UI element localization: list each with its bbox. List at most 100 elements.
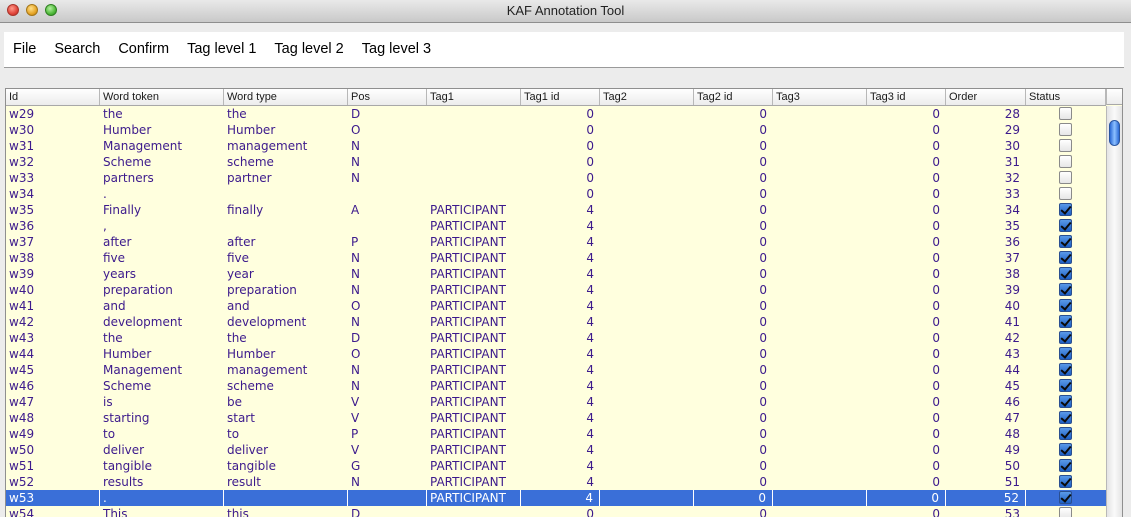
cell-word-token[interactable]: and [100, 298, 224, 314]
cell-tag1[interactable]: PARTICIPANT [427, 218, 521, 234]
cell-id[interactable]: w52 [6, 474, 100, 490]
cell-tag1-id[interactable]: 4 [521, 282, 600, 298]
cell-tag2[interactable] [600, 282, 694, 298]
cell-pos[interactable]: D [348, 506, 427, 517]
status-checkbox[interactable] [1059, 363, 1072, 376]
cell-tag1[interactable]: PARTICIPANT [427, 378, 521, 394]
cell-tag2[interactable] [600, 138, 694, 154]
cell-tag3-id[interactable]: 0 [867, 250, 946, 266]
cell-tag2-id[interactable]: 0 [694, 250, 773, 266]
cell-pos[interactable]: N [348, 314, 427, 330]
table-row[interactable]: w35 Finally finally A PARTICIPANT 4 0 0 34 [6, 202, 1106, 218]
cell-order[interactable]: 40 [946, 298, 1026, 314]
status-checkbox[interactable] [1059, 267, 1072, 280]
cell-tag3[interactable] [773, 298, 867, 314]
menu-tag-level-1[interactable]: Tag level 1 [178, 32, 265, 67]
table-row[interactable]: w29 the the D 0 0 0 28 [6, 106, 1106, 122]
table-row[interactable]: w53. PARTICIPANT 4 0 0 52 [6, 490, 1106, 506]
cell-id[interactable]: w37 [6, 234, 100, 250]
col-tag1-id-header[interactable]: Tag1 id [521, 89, 600, 105]
cell-tag1-id[interactable]: 4 [521, 266, 600, 282]
table-row[interactable]: w32 Scheme scheme N 0 0 0 31 [6, 154, 1106, 170]
cell-word-token[interactable]: results [100, 474, 224, 490]
table-row[interactable]: w49 to to P PARTICIPANT 4 0 0 48 [6, 426, 1106, 442]
cell-tag3-id[interactable]: 0 [867, 314, 946, 330]
cell-tag1[interactable] [427, 106, 521, 122]
cell-pos[interactable]: O [348, 122, 427, 138]
cell-pos[interactable]: A [348, 202, 427, 218]
cell-word-type[interactable]: partner [224, 170, 348, 186]
cell-tag3[interactable] [773, 490, 867, 506]
cell-tag1[interactable]: PARTICIPANT [427, 458, 521, 474]
table-row[interactable]: w47 is be V PARTICIPANT 4 0 0 46 [6, 394, 1106, 410]
cell-order[interactable]: 50 [946, 458, 1026, 474]
table-row[interactable]: w54 This this D 0 0 0 53 [6, 506, 1106, 517]
cell-tag2-id[interactable]: 0 [694, 458, 773, 474]
cell-word-type[interactable]: management [224, 362, 348, 378]
cell-order[interactable]: 51 [946, 474, 1026, 490]
cell-word-type[interactable]: preparation [224, 282, 348, 298]
cell-tag3[interactable] [773, 442, 867, 458]
cell-tag2-id[interactable]: 0 [694, 346, 773, 362]
cell-tag2[interactable] [600, 106, 694, 122]
cell-tag3-id[interactable]: 0 [867, 474, 946, 490]
cell-tag3-id[interactable]: 0 [867, 138, 946, 154]
cell-word-type[interactable]: to [224, 426, 348, 442]
table-row[interactable]: w50 deliver deliver V PARTICIPANT 4 0 0 49 [6, 442, 1106, 458]
cell-tag3[interactable] [773, 250, 867, 266]
cell-tag3[interactable] [773, 346, 867, 362]
cell-tag2[interactable] [600, 442, 694, 458]
cell-word-type[interactable]: five [224, 250, 348, 266]
col-tag1-header[interactable]: Tag1 [427, 89, 521, 105]
cell-tag3-id[interactable]: 0 [867, 442, 946, 458]
cell-tag1-id[interactable]: 4 [521, 234, 600, 250]
cell-tag1[interactable]: PARTICIPANT [427, 234, 521, 250]
scrollbar-thumb[interactable] [1109, 120, 1120, 146]
cell-word-token[interactable]: Finally [100, 202, 224, 218]
cell-pos[interactable]: D [348, 106, 427, 122]
cell-word-type[interactable]: Humber [224, 122, 348, 138]
cell-word-type[interactable]: tangible [224, 458, 348, 474]
cell-tag3-id[interactable]: 0 [867, 458, 946, 474]
cell-order[interactable]: 49 [946, 442, 1026, 458]
cell-tag1[interactable]: PARTICIPANT [427, 394, 521, 410]
cell-pos[interactable] [348, 490, 427, 506]
cell-id[interactable]: w42 [6, 314, 100, 330]
table-row[interactable]: w31 Management management N 0 0 0 30 [6, 138, 1106, 154]
cell-tag3-id[interactable]: 0 [867, 394, 946, 410]
cell-tag2[interactable] [600, 346, 694, 362]
cell-tag2-id[interactable]: 0 [694, 218, 773, 234]
status-checkbox[interactable] [1059, 459, 1072, 472]
cell-pos[interactable]: D [348, 330, 427, 346]
cell-word-token[interactable]: Scheme [100, 378, 224, 394]
cell-pos[interactable] [348, 186, 427, 202]
cell-order[interactable]: 35 [946, 218, 1026, 234]
cell-order[interactable]: 29 [946, 122, 1026, 138]
cell-tag3-id[interactable]: 0 [867, 170, 946, 186]
cell-tag3-id[interactable]: 0 [867, 282, 946, 298]
cell-tag1-id[interactable]: 4 [521, 394, 600, 410]
status-checkbox[interactable] [1059, 395, 1072, 408]
cell-id[interactable]: w38 [6, 250, 100, 266]
cell-pos[interactable]: N [348, 378, 427, 394]
status-checkbox[interactable] [1059, 171, 1072, 184]
cell-order[interactable]: 39 [946, 282, 1026, 298]
cell-word-type[interactable] [224, 218, 348, 234]
cell-tag2[interactable] [600, 394, 694, 410]
cell-word-type[interactable]: the [224, 106, 348, 122]
col-pos-header[interactable]: Pos [348, 89, 427, 105]
table-row[interactable]: w33 partners partner N 0 0 0 32 [6, 170, 1106, 186]
cell-order[interactable]: 46 [946, 394, 1026, 410]
cell-word-token[interactable]: to [100, 426, 224, 442]
table-row[interactable]: w45 Management management N PARTICIPANT 4 0 0 44 [6, 362, 1106, 378]
cell-tag3-id[interactable]: 0 [867, 186, 946, 202]
cell-id[interactable]: w50 [6, 442, 100, 458]
cell-tag1-id[interactable]: 0 [521, 138, 600, 154]
cell-pos[interactable]: P [348, 234, 427, 250]
cell-tag3-id[interactable]: 0 [867, 298, 946, 314]
cell-pos[interactable]: N [348, 138, 427, 154]
table-row[interactable]: w42 development development N PARTICIPANT 4 0 0… [6, 314, 1106, 330]
cell-id[interactable]: w49 [6, 426, 100, 442]
cell-word-token[interactable]: . [100, 186, 224, 202]
cell-order[interactable]: 31 [946, 154, 1026, 170]
